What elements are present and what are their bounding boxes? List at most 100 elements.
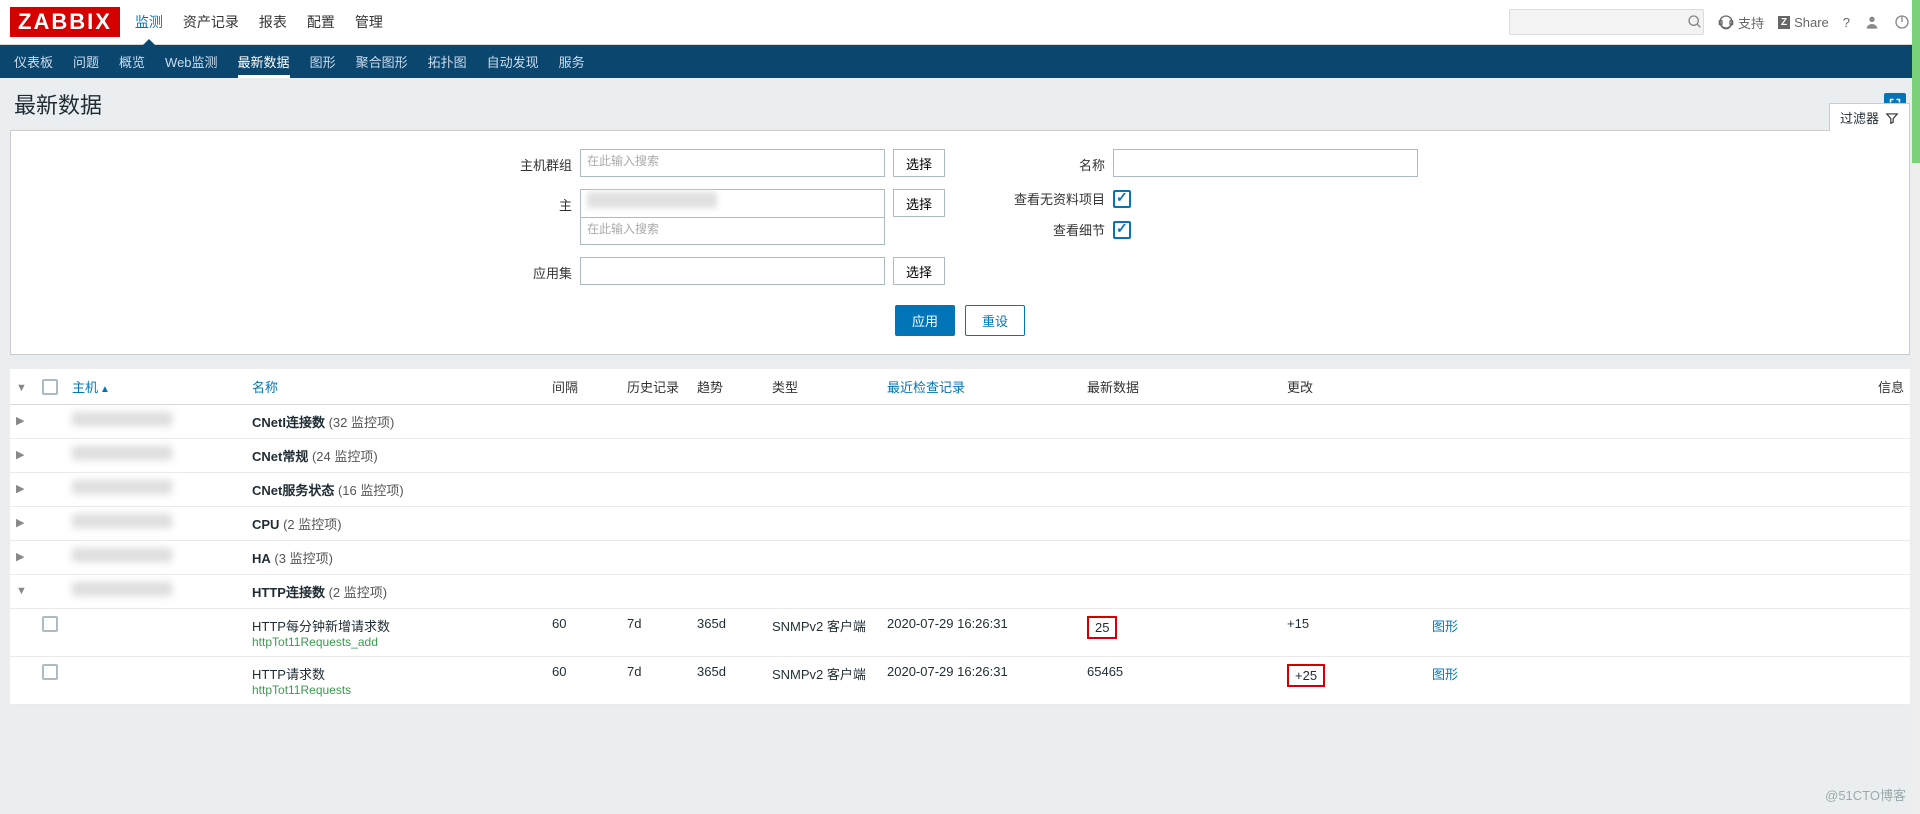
item-lastcheck: 2020-07-29 16:26:31	[881, 657, 1081, 705]
watermark: @51CTO博客	[1825, 785, 1906, 804]
share-link[interactable]: Z Share	[1778, 15, 1829, 30]
topbar: ZABBIX 监测 资产记录 报表 配置 管理 支持 Z Share ?	[0, 0, 1920, 45]
item-key: httpTot11Requests_add	[252, 635, 540, 649]
subnav-graphs[interactable]: 图形	[310, 45, 336, 78]
item-lastcheck: 2020-07-29 16:26:31	[881, 609, 1081, 657]
subnav-screens[interactable]: 聚合图形	[356, 45, 408, 78]
help-icon[interactable]: ?	[1843, 15, 1850, 30]
topbar-right: 支持 Z Share ?	[1509, 9, 1910, 35]
expand-toggle[interactable]: ▶	[16, 448, 30, 461]
subnav-discovery[interactable]: 自动发现	[487, 45, 539, 78]
nav-config[interactable]: 配置	[307, 0, 335, 44]
expand-toggle[interactable]: ▶	[16, 482, 30, 495]
show-detail-label: 查看细节	[1005, 220, 1105, 239]
lastvalue-highlight: 25	[1087, 616, 1117, 639]
share-badge: Z	[1778, 16, 1790, 29]
global-search[interactable]	[1509, 9, 1704, 35]
host-name-redacted	[72, 480, 172, 494]
item-interval: 60	[546, 609, 621, 657]
col-interval: 间隔	[546, 369, 621, 405]
filter-label: 过滤器	[1840, 108, 1879, 127]
subnav-services[interactable]: 服务	[559, 45, 585, 78]
nav-reports[interactable]: 报表	[259, 0, 287, 44]
logo[interactable]: ZABBIX	[10, 7, 120, 37]
host-select-button[interactable]: 选择	[893, 189, 945, 217]
filter-wrapper: 过滤器 主机群组 在此输入搜索 选择 主 在此输入搜索 选择	[10, 130, 1910, 355]
nav-monitoring[interactable]: 监测	[135, 0, 163, 44]
host-chip-area[interactable]	[580, 189, 885, 217]
host-input[interactable]: 在此输入搜索	[580, 217, 885, 245]
col-host[interactable]: 主机▲	[66, 369, 246, 405]
data-table: ▼ 主机▲ 名称 间隔 历史记录 趋势 类型 最近检查记录 最新数据 更改 信息…	[10, 369, 1910, 705]
name-label: 名称	[1005, 149, 1105, 174]
sub-nav: 仪表板 问题 概览 Web监测 最新数据 图形 聚合图形 拓扑图 自动发现 服务	[0, 45, 1920, 78]
filter-panel: 主机群组 在此输入搜索 选择 主 在此输入搜索 选择 应用集 选择	[10, 130, 1910, 355]
expand-toggle[interactable]: ▼	[16, 585, 30, 597]
page-header: 最新数据	[0, 78, 1920, 130]
app-name: CPU	[252, 517, 279, 532]
subnav-maps[interactable]: 拓扑图	[428, 45, 467, 78]
search-icon[interactable]	[1687, 14, 1703, 30]
item-interval: 60	[546, 657, 621, 705]
subnav-dashboard[interactable]: 仪表板	[14, 45, 53, 78]
app-count: (3 监控项)	[274, 551, 333, 566]
filter-toggle[interactable]: 过滤器	[1829, 103, 1910, 131]
col-name[interactable]: 名称	[246, 369, 546, 405]
item-change: +15	[1281, 609, 1426, 657]
col-change: 更改	[1281, 369, 1426, 405]
item-trends: 365d	[691, 609, 766, 657]
application-input[interactable]	[580, 257, 885, 285]
app-name: HTTP连接数	[252, 585, 325, 600]
col-info: 信息	[1860, 369, 1910, 405]
scrollbar[interactable]	[1912, 0, 1920, 814]
item-name: HTTP每分钟新增请求数	[252, 616, 540, 635]
show-nodata-checkbox[interactable]	[1113, 190, 1131, 208]
table-group-row: ▶CNet服务状态 (16 监控项)	[10, 473, 1910, 507]
hostgroup-input[interactable]: 在此输入搜索	[580, 149, 885, 177]
main-nav: 监测 资产记录 报表 配置 管理	[135, 0, 1509, 44]
app-count: (24 监控项)	[312, 449, 378, 464]
app-count: (2 监控项)	[283, 517, 342, 532]
name-input[interactable]	[1113, 149, 1418, 177]
graph-link[interactable]: 图形	[1432, 667, 1458, 682]
support-link[interactable]: 支持	[1718, 13, 1764, 32]
table-group-row: ▶CNetI连接数 (32 监控项)	[10, 405, 1910, 439]
host-name-redacted	[72, 514, 172, 528]
item-lastvalue: 25	[1081, 609, 1281, 657]
subnav-web[interactable]: Web监测	[165, 45, 218, 78]
row-checkbox[interactable]	[42, 664, 58, 680]
apply-button[interactable]: 应用	[895, 305, 955, 336]
subnav-overview[interactable]: 概览	[119, 45, 145, 78]
application-label: 应用集	[502, 257, 572, 282]
item-trends: 365d	[691, 657, 766, 705]
hostgroup-label: 主机群组	[502, 149, 572, 174]
graph-link[interactable]: 图形	[1432, 619, 1458, 634]
share-label: Share	[1794, 15, 1829, 30]
item-type: SNMPv2 客户端	[766, 657, 881, 705]
hostgroup-select-button[interactable]: 选择	[893, 149, 945, 177]
app-name: CNetI连接数	[252, 415, 325, 430]
nav-admin[interactable]: 管理	[355, 0, 383, 44]
subnav-latest[interactable]: 最新数据	[238, 45, 290, 78]
search-input[interactable]	[1510, 15, 1687, 29]
host-name-redacted	[72, 582, 172, 596]
app-count: (2 监控项)	[329, 585, 388, 600]
application-select-button[interactable]: 选择	[893, 257, 945, 285]
app-count: (16 监控项)	[338, 483, 404, 498]
nav-inventory[interactable]: 资产记录	[183, 0, 239, 44]
col-check-all[interactable]	[36, 369, 66, 405]
change-highlight: +25	[1287, 664, 1325, 687]
col-lastcheck[interactable]: 最近检查记录	[881, 369, 1081, 405]
col-expand-all[interactable]: ▼	[10, 369, 36, 405]
user-icon[interactable]	[1864, 14, 1880, 30]
expand-toggle[interactable]: ▶	[16, 516, 30, 529]
table-group-row: ▶CNet常规 (24 监控项)	[10, 439, 1910, 473]
power-icon[interactable]	[1894, 14, 1910, 30]
subnav-problems[interactable]: 问题	[73, 45, 99, 78]
reset-button[interactable]: 重设	[965, 305, 1025, 336]
expand-toggle[interactable]: ▶	[16, 550, 30, 563]
row-checkbox[interactable]	[42, 616, 58, 632]
show-detail-checkbox[interactable]	[1113, 221, 1131, 239]
expand-toggle[interactable]: ▶	[16, 414, 30, 427]
col-lastvalue: 最新数据	[1081, 369, 1281, 405]
